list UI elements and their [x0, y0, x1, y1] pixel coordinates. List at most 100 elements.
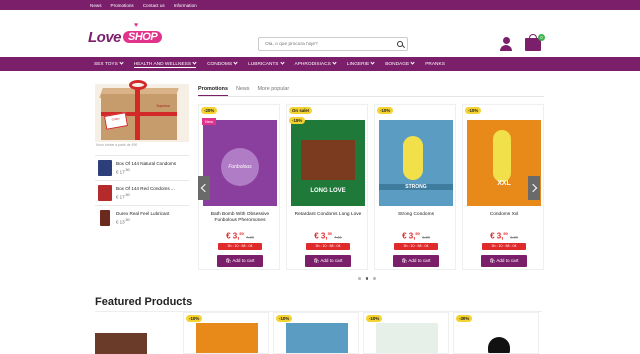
carousel-dots	[358, 277, 376, 280]
list-item[interactable]: Box Of 144 Red Condoms ... € 17,50	[95, 180, 189, 205]
product-brand: STRONG	[379, 184, 453, 190]
product-price: € 3,50 4,38	[226, 231, 254, 241]
product-image[interactable]	[196, 323, 258, 353]
topbar-link-promotions[interactable]: Promotions	[111, 3, 134, 8]
new-badge: New	[202, 118, 217, 125]
chevron-down-icon	[332, 60, 337, 65]
nav-item-condoms[interactable]: CONDOMS	[207, 60, 238, 67]
topbar-link-news[interactable]: News	[90, 3, 102, 8]
promo-note: Novo brinde a partir de 49€	[96, 143, 138, 147]
carousel-dot[interactable]	[373, 277, 376, 280]
logo[interactable]: ♥ Love SHOP	[88, 22, 163, 46]
nav-item-lubricants[interactable]: LUBRICANTS	[248, 60, 285, 67]
featured-side-image[interactable]	[95, 333, 147, 354]
tabs-divider	[198, 96, 544, 97]
product-card[interactable]: -20% New Funbolous Bath Bomb With Obsess…	[198, 104, 280, 270]
promo-tag-2: Surpresa	[156, 104, 170, 108]
product-card[interactable]: -10% STRONG Strong Condoms € 3,50 3,88 3…	[374, 104, 456, 270]
nav-item-lingerie[interactable]: LINGERIE	[347, 60, 375, 67]
nav-item-pranks[interactable]: PRANKS	[425, 62, 445, 67]
product-carousel: -20% New Funbolous Bath Bomb With Obsess…	[198, 104, 544, 272]
search-box[interactable]	[258, 37, 408, 51]
chevron-down-icon	[233, 60, 238, 65]
discount-badge: -30%	[456, 315, 473, 322]
add-to-cart-button[interactable]: 🛍 Add to cart	[393, 255, 439, 267]
chevron-down-icon	[119, 60, 124, 65]
logo-shop: SHOP	[123, 31, 163, 43]
product-thumbnail[interactable]	[98, 160, 112, 176]
product-name[interactable]: Retardant Condoms Long Love	[289, 212, 367, 218]
header: ♥ LoveSHOP 0	[0, 10, 640, 57]
countdown-timer: 3h : 10 : 58 : 04	[306, 243, 350, 250]
add-to-cart-button[interactable]: 🛍 Add to cart	[217, 255, 263, 267]
add-to-cart-button[interactable]: 🛍 Add to cart	[481, 255, 527, 267]
featured-card[interactable]: -10%	[273, 312, 359, 354]
nav-item-aphrodisiacs[interactable]: APHRODISIACS	[295, 60, 337, 67]
chevron-down-icon	[410, 60, 415, 65]
product-price: € 3,50 3,88	[402, 231, 430, 241]
topbar-link-information[interactable]: Information	[174, 3, 197, 8]
featured-card[interactable]: -30%	[453, 312, 539, 354]
product-image[interactable]: STRONG	[379, 120, 453, 206]
discount-badge: -20%	[201, 107, 218, 114]
sale-badge: On sale!	[289, 107, 313, 114]
product-name[interactable]: Bath Bomb With Obsessive Funbolous Phero…	[201, 212, 279, 224]
featured-card[interactable]: -10%	[363, 312, 449, 354]
cart-count-badge: 0	[538, 34, 545, 41]
product-name[interactable]: Durex Real Feel Lubricant	[116, 211, 169, 216]
search-input[interactable]	[265, 41, 390, 47]
tab-promotions[interactable]: Promotions	[198, 86, 228, 96]
product-thumbnail[interactable]	[98, 185, 112, 201]
tab-more-popular[interactable]: More popular	[257, 86, 289, 96]
featured-card[interactable]: -10%	[183, 312, 269, 354]
heart-icon: ♥	[134, 22, 138, 29]
product-price: € 17,50	[116, 168, 130, 175]
list-item[interactable]: Durex Real Feel Lubricant € 13,50	[95, 205, 189, 230]
chevron-down-icon	[192, 59, 197, 65]
promo-gift-banner[interactable]: Grátis Surpresa	[95, 80, 189, 142]
product-price: € 13,50	[116, 218, 130, 225]
topbar-link-contact[interactable]: Contact us	[143, 3, 165, 8]
discount-badge: -10%	[377, 107, 394, 114]
product-name[interactable]: Box Of 144 Red Condoms ...	[116, 186, 175, 191]
product-price: € 3,50 3,88	[490, 231, 518, 241]
add-to-cart-button[interactable]: 🛍 Add to cart	[305, 255, 351, 267]
tab-news[interactable]: News	[236, 86, 249, 96]
main-nav: SEX TOYS HEALTH AND WELLNESS CONDOMS LUB…	[0, 57, 640, 71]
product-image[interactable]	[286, 323, 348, 353]
bow-icon	[129, 80, 147, 90]
discount-badge: -10%	[276, 315, 293, 322]
product-image[interactable]: Funbolous	[203, 120, 277, 206]
countdown-timer: 3h : 10 : 58 : 04	[482, 243, 526, 250]
discount-badge: -10%	[465, 107, 482, 114]
product-name[interactable]: Box Of 144 Natural Condoms	[116, 161, 176, 166]
carousel-dot[interactable]	[365, 277, 368, 280]
product-card[interactable]: On sale! -15% LONG LOVE Retardant Condom…	[286, 104, 368, 270]
search-icon[interactable]	[397, 41, 403, 47]
list-item[interactable]: Box Of 144 Natural Condoms € 17,50	[95, 155, 189, 180]
product-brand: LONG LOVE	[310, 188, 346, 194]
logo-text: Love	[88, 29, 122, 46]
countdown-timer: 3h : 10 : 58 : 04	[394, 243, 438, 250]
sidebar-product-list: Box Of 144 Natural Condoms € 17,50 Box O…	[95, 155, 189, 230]
product-thumbnail[interactable]	[100, 210, 110, 226]
nav-item-sex-toys[interactable]: SEX TOYS	[94, 60, 124, 67]
product-price: € 17,50	[116, 193, 130, 200]
carousel-next-arrow[interactable]	[528, 176, 540, 200]
nav-item-bondage[interactable]: BONDAGE	[385, 60, 415, 67]
product-brand: Funbolous	[221, 148, 259, 186]
product-name[interactable]: Strong Condoms	[377, 212, 455, 218]
discount-badge: -15%	[289, 117, 306, 124]
product-name[interactable]: Condoms Xxl	[465, 212, 543, 218]
carousel-dot[interactable]	[358, 277, 361, 280]
user-icon[interactable]	[500, 37, 512, 51]
product-image[interactable]	[376, 323, 438, 353]
nav-item-health-wellness[interactable]: HEALTH AND WELLNESS	[133, 59, 197, 68]
product-image[interactable]: LONG LOVE	[291, 120, 365, 206]
carousel-prev-arrow[interactable]	[198, 176, 210, 200]
top-bar: News Promotions Contact us Information	[0, 0, 640, 10]
product-image[interactable]	[466, 323, 528, 353]
product-price: € 3,50 4,11	[314, 231, 342, 241]
chevron-down-icon	[370, 60, 375, 65]
discount-badge: -10%	[186, 315, 203, 322]
